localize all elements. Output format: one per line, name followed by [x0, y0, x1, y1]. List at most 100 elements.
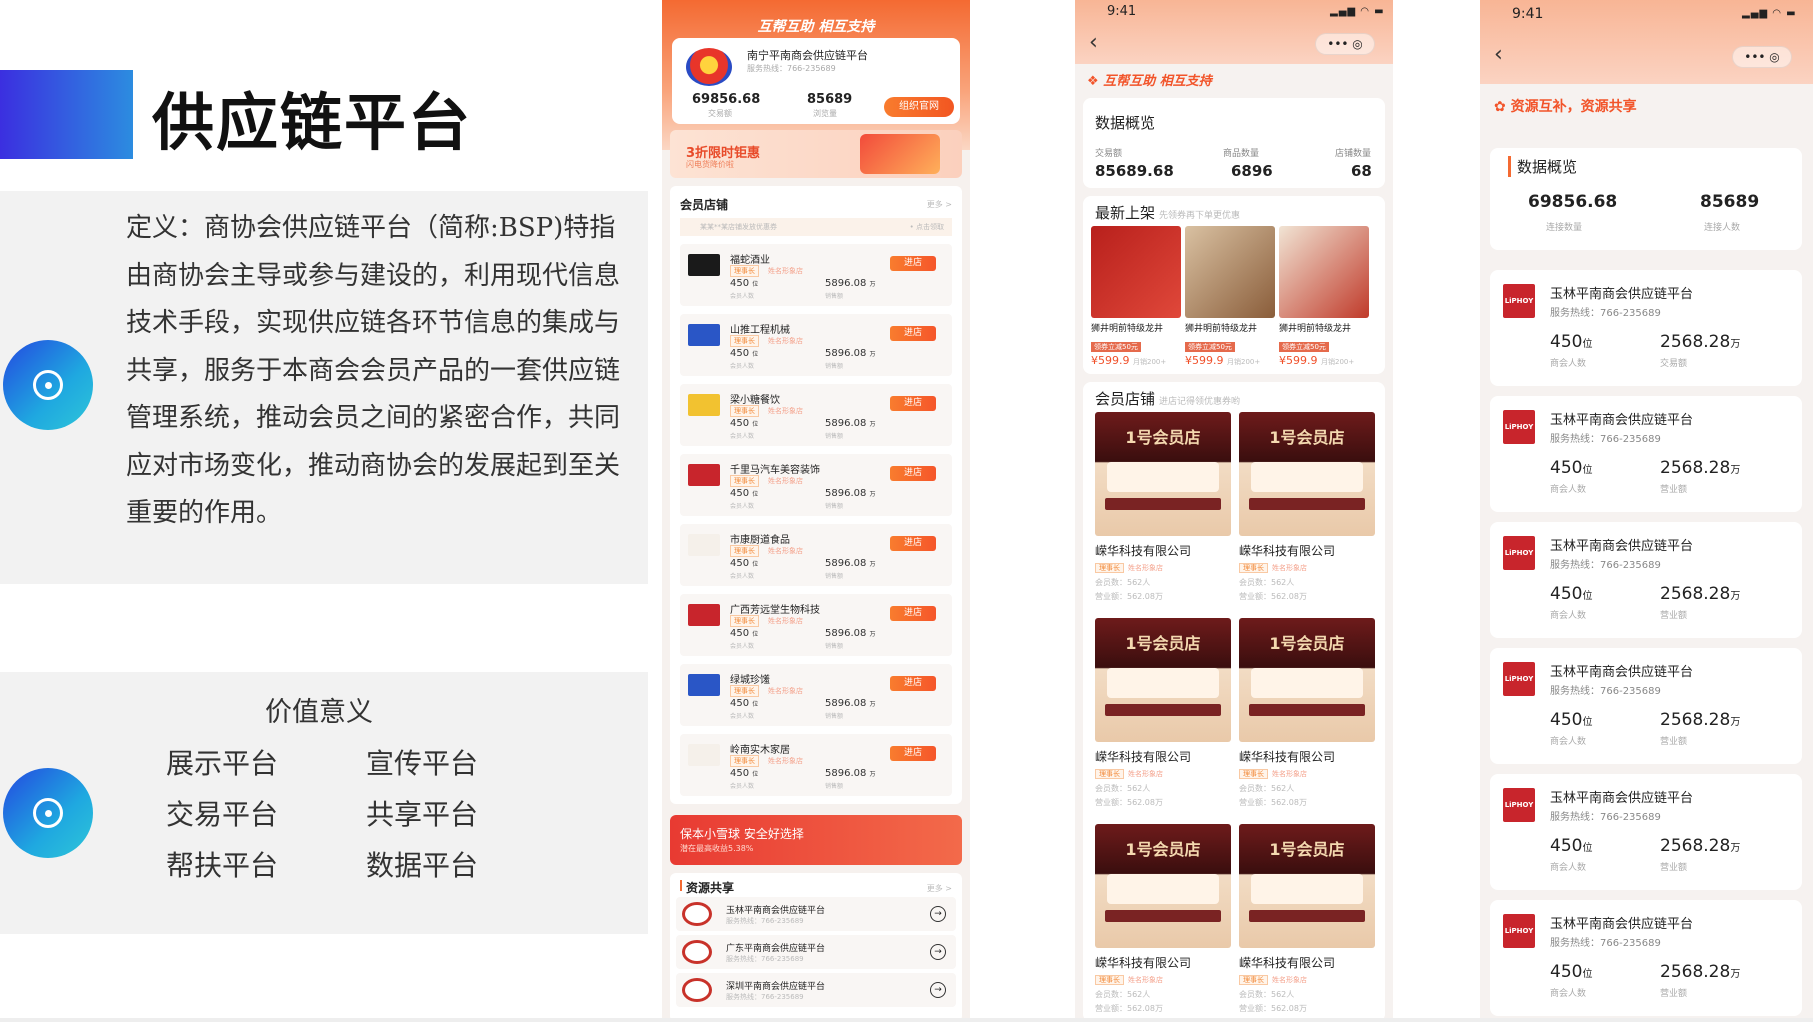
sales-amount: 5896.08 万	[825, 278, 876, 289]
enter-shop-button[interactable]: 进店	[890, 606, 936, 621]
chamber-card[interactable]: LiPHOY 玉林平南商会供应链平台 服务热线：766-235689 450位 …	[1490, 774, 1802, 890]
resource-row[interactable]: 深圳平南商会供应链平台 服务热线：766-235689 →	[676, 973, 956, 1007]
enter-shop-button[interactable]: 进店	[890, 676, 936, 691]
member-count-label: 会员人数	[730, 363, 755, 370]
section-header: 最新上架 先领券再下单更优惠	[1095, 204, 1241, 222]
store-tag: 姓名形象店	[768, 337, 803, 345]
coupon-tag: 领券立减50元	[1091, 342, 1141, 352]
resource-name: 玉林平南商会供应链平台	[726, 906, 826, 916]
shop-row[interactable]: 广西芳远堂生物科技 理事长 姓名形象店 450 位 会员人数 5896.08 万…	[680, 594, 952, 656]
shop-tags: 理事长 姓名形象店	[1095, 975, 1231, 985]
amount: 2568.28万	[1660, 962, 1741, 982]
banner-title: 保本小雪球 安全好选择	[680, 827, 804, 841]
shop-image: 1号会员店	[1095, 412, 1231, 536]
resource-name: 广东平南商会供应链平台	[726, 944, 826, 954]
store-tag: 姓名形象店	[768, 757, 803, 765]
enter-shop-button[interactable]: 进店	[890, 746, 936, 761]
official-site-button[interactable]: 组织官网	[884, 97, 954, 117]
product-card[interactable]: 狮井明前特级龙井 领券立减50元 ¥599.9 月销200+	[1279, 226, 1369, 367]
shop-meta: 会员数：562人 营业额：562.08万	[1095, 784, 1163, 807]
hotline: 服务热线：766-235689	[1550, 686, 1661, 697]
sales-amount: 5896.08 万	[825, 698, 876, 709]
member-count: 450 位	[730, 488, 759, 499]
member-shops-section: 会员店铺 更多 > 某某**某店铺发放优惠券 • 点击领取 福蛇酒业 理事长 姓名…	[670, 186, 962, 804]
member-label: 商会人数	[1550, 737, 1587, 747]
menu-capsule[interactable]: ••• ◎	[1315, 33, 1375, 55]
finance-banner[interactable]: 保本小雪球 安全好选择 潜在最高收益5.38%	[670, 815, 962, 865]
shop-row[interactable]: 绿城珍馐 理事长 姓名形象店 450 位 会员人数 5896.08 万 销售额 …	[680, 664, 952, 726]
org-logo	[682, 902, 712, 926]
product-image	[1091, 226, 1181, 318]
member-count: 450 位	[730, 558, 759, 569]
enter-shop-button[interactable]: 进店	[890, 256, 936, 271]
arrow-right-icon[interactable]: →	[930, 906, 946, 922]
shop-card[interactable]: 1号会员店 嵘华科技有限公司 理事长 姓名形象店 会员数：562人 营业额：562.…	[1239, 618, 1375, 810]
shop-row[interactable]: 梁小糖餐饮 理事长 姓名形象店 450 位 会员人数 5896.08 万 销售额…	[680, 384, 952, 446]
shop-row[interactable]: 福蛇酒业 理事长 姓名形象店 450 位 会员人数 5896.08 万 销售额 …	[680, 244, 952, 306]
back-arrow-icon[interactable]: ‹	[1089, 30, 1098, 55]
value-item: 数据平台	[366, 849, 479, 882]
amount-label: 营业额	[1660, 485, 1688, 495]
member-count: 450 位	[730, 698, 759, 709]
hotline: 服务热线：766-235689	[726, 955, 804, 963]
enter-shop-button[interactable]: 进店	[890, 466, 936, 481]
shop-row[interactable]: 山推工程机械 理事长 姓名形象店 450 位 会员人数 5896.08 万 销售…	[680, 314, 952, 376]
more-link[interactable]: 更多 >	[927, 199, 952, 210]
section-title: 数据概览	[1095, 114, 1156, 132]
status-time: 9:41	[1107, 4, 1137, 19]
back-arrow-icon[interactable]: ‹	[1494, 42, 1503, 67]
product-card[interactable]: 狮井明前特级龙井 领券立减50元 ¥599.9 月销200+	[1091, 226, 1181, 367]
enter-shop-button[interactable]: 进店	[890, 536, 936, 551]
chamber-card[interactable]: LiPHOY 玉林平南商会供应链平台 服务热线：766-235689 450位 …	[1490, 900, 1802, 1016]
resource-row[interactable]: 广东平南商会供应链平台 服务热线：766-235689 →	[676, 935, 956, 969]
member-count: 450 位	[730, 628, 759, 639]
value-item: 共享平台	[366, 798, 479, 831]
chamber-name: 玉林平南商会供应链平台	[1550, 665, 1694, 680]
coupon-bar[interactable]: 某某**某店铺发放优惠券 • 点击领取	[680, 218, 952, 236]
chamber-card[interactable]: LiPHOY 玉林平南商会供应链平台 服务热线：766-235689 450位 …	[1490, 396, 1802, 512]
product-card[interactable]: 狮井明前特级龙井 领券立减50元 ¥599.9 月销200+	[1185, 226, 1275, 367]
member-count-label: 会员人数	[730, 783, 755, 790]
shop-card[interactable]: 1号会员店 嵘华科技有限公司 理事长 姓名形象店 会员数：562人 营业额：562.…	[1095, 824, 1231, 1016]
enter-shop-button[interactable]: 进店	[890, 326, 936, 341]
shop-image: 1号会员店	[1095, 618, 1231, 742]
slogan: ✿ 资源互补，资源共享	[1494, 99, 1637, 115]
enter-shop-button[interactable]: 进店	[890, 396, 936, 411]
shop-card[interactable]: 1号会员店 嵘华科技有限公司 理事长 姓名形象店 会员数：562人 营业额：562.…	[1239, 824, 1375, 1016]
role-tag: 理事长	[730, 615, 759, 627]
chamber-name: 玉林平南商会供应链平台	[1550, 287, 1694, 302]
promo-banner[interactable]: 3折限时钜惠 闪电货降价啦	[670, 130, 962, 178]
shop-row[interactable]: 岭南实木家居 理事长 姓名形象店 450 位 会员人数 5896.08 万 销售…	[680, 734, 952, 796]
shop-row[interactable]: 市康厨道食品 理事长 姓名形象店 450 位 会员人数 5896.08 万 销售…	[680, 524, 952, 586]
menu-capsule[interactable]: ••• ◎	[1732, 46, 1792, 68]
shop-name: 嵘华科技有限公司	[1239, 750, 1336, 764]
shop-row[interactable]: 千里马汽车美容装饰 理事长 姓名形象店 450 位 会员人数 5896.08 万…	[680, 454, 952, 516]
hotline: 服务热线：766-235689	[1550, 434, 1661, 445]
arrow-right-icon[interactable]: →	[930, 982, 946, 998]
sales-amount: 5896.08 万	[825, 768, 876, 779]
coupon-text: 某某**某店铺发放优惠券	[700, 223, 777, 231]
amount-label: 交易额	[1660, 359, 1688, 369]
shop-name: 嵘华科技有限公司	[1239, 956, 1336, 970]
shop-brand: 1号会员店	[1269, 634, 1345, 653]
shop-card[interactable]: 1号会员店 嵘华科技有限公司 理事长 姓名形象店 会员数：562人 营业额：562.…	[1239, 412, 1375, 604]
coupon-action: • 点击领取	[909, 223, 944, 231]
store-tag: 姓名形象店	[768, 547, 803, 555]
shop-card[interactable]: 1号会员店 嵘华科技有限公司 理事长 姓名形象店 会员数：562人 营业额：562.…	[1095, 618, 1231, 810]
resource-row[interactable]: 玉林平南商会供应链平台 服务热线：766-235689 →	[676, 897, 956, 931]
chamber-card[interactable]: LiPHOY 玉林平南商会供应链平台 服务热线：766-235689 450位 …	[1490, 270, 1802, 386]
chamber-logo: LiPHOY	[1503, 284, 1535, 318]
chamber-card[interactable]: LiPHOY 玉林平南商会供应链平台 服务热线：766-235689 450位 …	[1490, 648, 1802, 764]
shop-logo	[688, 604, 720, 626]
coupon-tag: 领券立减50元	[1279, 342, 1329, 352]
chamber-card[interactable]: LiPHOY 玉林平南商会供应链平台 服务热线：766-235689 450位 …	[1490, 522, 1802, 638]
more-link[interactable]: 更多 >	[927, 883, 952, 894]
stat-label: 店铺数量	[1335, 149, 1372, 159]
definition-text: 定义：商协会供应链平台（简称:BSP)特指由商协会主导或参与建设的，利用现代信息…	[126, 213, 621, 528]
shop-image: 1号会员店	[1239, 824, 1375, 948]
member-count-label: 会员人数	[730, 713, 755, 720]
stat-label: 连接人数	[1704, 223, 1741, 233]
phone-screen-resources: 9:41 ▂▄▆ ◠ ▬ ‹ ••• ◎ ✿ 资源互补，资源共享 数据概览 69…	[1480, 0, 1813, 1022]
shop-card[interactable]: 1号会员店 嵘华科技有限公司 理事长 姓名形象店 会员数：562人 营业额：562.…	[1095, 412, 1231, 604]
arrow-right-icon[interactable]: →	[930, 944, 946, 960]
